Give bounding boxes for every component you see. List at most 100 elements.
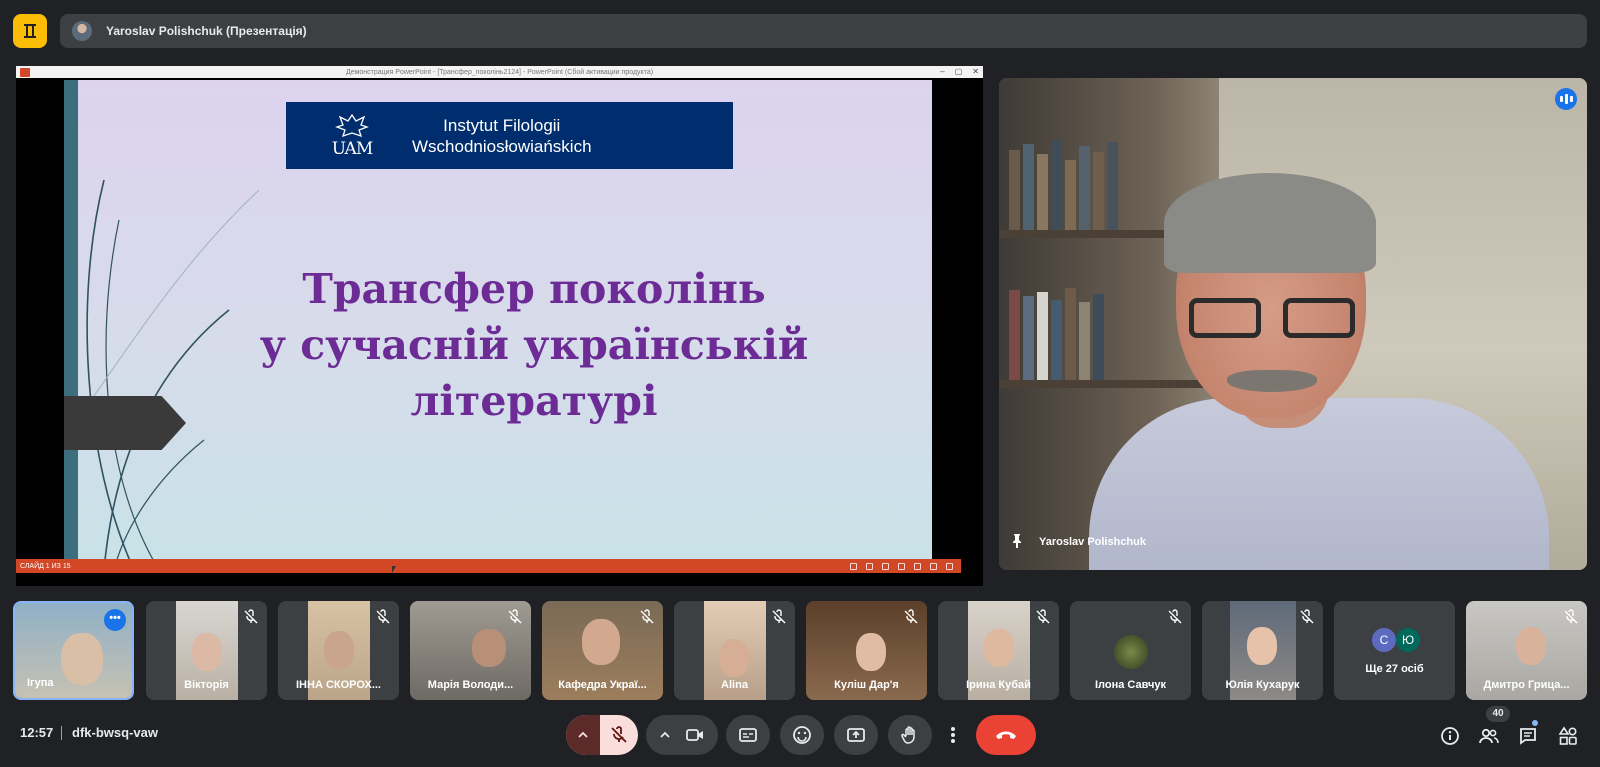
uam-logo-text: UAM [331, 138, 373, 159]
participant-name: Alina [721, 679, 748, 691]
chat-notification-dot [1532, 720, 1538, 726]
uam-banner: UAM Instytut Filologii Wschodniosłowiańs… [286, 102, 733, 169]
participant-tile[interactable]: Юлія Кухарук [1202, 601, 1323, 700]
raise-hand-button[interactable] [888, 715, 932, 755]
people-count-badge: 40 [1486, 706, 1510, 722]
participant-name: Дмитро Грица... [1483, 679, 1570, 691]
slide-title-line: літературі [410, 377, 658, 425]
slide-title-line: у сучасній українській [259, 321, 809, 369]
mic-control[interactable] [566, 715, 638, 755]
meet-logo-icon [13, 14, 47, 48]
chat-icon [1520, 728, 1536, 745]
presenter-avatar [72, 21, 92, 41]
emoji-button[interactable] [780, 715, 824, 755]
maximize-icon: ▢ [954, 67, 963, 76]
close-icon: ✕ [972, 67, 979, 76]
participant-name: Кафедра Украї... [558, 679, 647, 691]
present-button[interactable] [834, 715, 878, 755]
participant-tile[interactable]: Куліш Дар'я [806, 601, 927, 700]
participant-tile[interactable]: ••• Ігупа [13, 601, 134, 700]
participant-tile[interactable]: Ілона Савчук [1070, 601, 1191, 700]
reading-view-icon [930, 562, 937, 570]
end-call-button[interactable] [976, 715, 1036, 755]
speaker-mustache [1227, 370, 1317, 392]
pin-icon[interactable] [1009, 533, 1025, 549]
books-row [1009, 288, 1199, 380]
mic-off-icon [376, 609, 390, 624]
camera-control[interactable] [646, 715, 718, 755]
participant-face [856, 633, 886, 671]
participant-name: Куліш Дар'я [834, 679, 899, 691]
presenter-bar[interactable]: Yaroslav Polishchuk (Презентація) [60, 14, 1587, 48]
window-controls: – ▢ ✕ [940, 67, 979, 76]
slideshow-icon [946, 562, 953, 570]
institute-name-line1: Instytut Filologii [443, 115, 561, 135]
meeting-details-button[interactable] [1439, 725, 1461, 747]
participant-tile[interactable]: Ірина Кубай [938, 601, 1059, 700]
institute-name: Instytut Filologii Wschodniosłowiańskich [412, 115, 592, 157]
camera-icon[interactable] [685, 725, 705, 745]
normal-view-icon [898, 562, 905, 570]
participant-avatar: С [1372, 628, 1396, 652]
ppt-statusbar: СЛАЙД 1 ИЗ 15 [16, 559, 961, 573]
participant-tile[interactable]: ІННА СКОРОХ... [278, 601, 399, 700]
mic-off-icon [772, 609, 786, 624]
eagle-icon [335, 113, 369, 137]
mic-off-icon [1564, 609, 1578, 624]
info-icon [1441, 727, 1459, 745]
mic-off-icon [1036, 609, 1050, 624]
activities-button[interactable] [1557, 725, 1579, 747]
activities-icon [1558, 726, 1577, 745]
participant-tile[interactable]: Кафедра Украї... [542, 601, 663, 700]
speaker-video-tile[interactable]: Yaroslav Polishchuk [999, 78, 1587, 570]
people-icon [1479, 728, 1499, 744]
participant-name: ІННА СКОРОХ... [296, 679, 381, 691]
chat-button[interactable] [1517, 725, 1539, 747]
participant-tile[interactable]: Марія Володи... [410, 601, 531, 700]
participant-name: Ігупа [27, 677, 54, 689]
shelf [999, 380, 1209, 388]
speaker-hair [1164, 173, 1376, 273]
participant-name: Ірина Кубай [966, 679, 1031, 691]
audio-options-button[interactable] [566, 715, 600, 755]
mic-toggle-button[interactable] [600, 715, 638, 755]
more-options-icon [951, 727, 955, 743]
participant-face [472, 629, 506, 667]
speaker-shirt [1089, 398, 1549, 570]
participant-name: Вікторія [184, 679, 229, 691]
participant-tile[interactable]: Alina [674, 601, 795, 700]
participant-avatar: Ю [1396, 628, 1420, 652]
participant-face [192, 633, 222, 671]
participant-face [324, 631, 354, 669]
clock: 12:57 [20, 725, 54, 740]
people-button[interactable] [1478, 725, 1500, 747]
speaker-glasses [1189, 298, 1361, 342]
mic-off-icon [611, 726, 627, 743]
ppt-titlebar: Демонстрация PowerPoint - [Трансфер_поко… [16, 66, 983, 78]
uam-logo: UAM [322, 107, 382, 165]
audio-indicator-icon [1555, 88, 1577, 110]
presenter-title: Yaroslav Polishchuk (Презентація) [106, 24, 307, 38]
mic-off-icon [1300, 609, 1314, 624]
participant-name: Марія Володи... [427, 679, 514, 691]
chevron-up-icon[interactable] [659, 729, 671, 741]
emoji-icon [793, 726, 811, 744]
participant-avatar [1114, 635, 1148, 669]
captions-icon [739, 728, 757, 742]
meet-window: Yaroslav Polishchuk (Презентація) Демонс… [0, 0, 1600, 767]
participant-face [719, 639, 749, 677]
more-participants-tile[interactable]: С Ю Ще 27 осіб [1334, 601, 1455, 700]
participant-tile[interactable]: Дмитро Грица... [1466, 601, 1587, 700]
participant-tile[interactable]: Вікторія [146, 601, 267, 700]
more-options-icon[interactable]: ••• [104, 609, 126, 631]
presentation-stage[interactable]: Демонстрация PowerPoint - [Трансфер_поко… [16, 66, 983, 586]
participant-name: Ілона Савчук [1095, 679, 1166, 691]
more-participants-label: Ще 27 осіб [1365, 663, 1424, 675]
more-options-button[interactable] [942, 715, 964, 755]
participant-face [1516, 627, 1546, 665]
sorter-view-icon [914, 562, 921, 570]
captions-button[interactable] [726, 715, 770, 755]
minimize-icon: – [940, 67, 945, 76]
slide-title: Трансфер поколінь у сучасній українській… [64, 261, 932, 429]
mic-off-icon [244, 609, 258, 624]
